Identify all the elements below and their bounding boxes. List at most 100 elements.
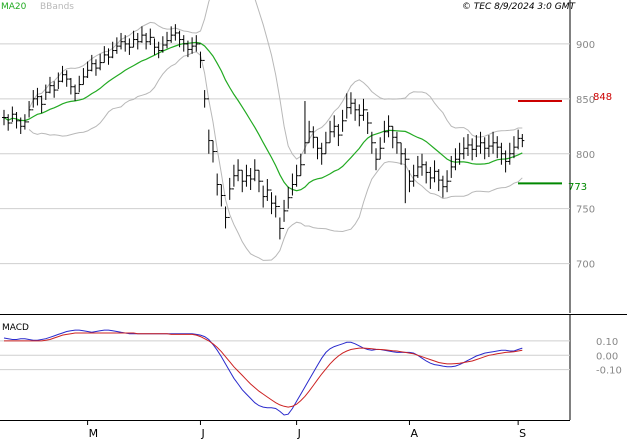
price-bar <box>165 31 170 49</box>
price-bar <box>14 112 19 129</box>
price-bar <box>491 131 496 154</box>
chart-canvas: 900850800750700 0.100.00-0.10 MJJAS MA20… <box>0 0 627 440</box>
price-bar <box>139 26 144 43</box>
price-tick-label: 900 <box>576 40 595 51</box>
price-bar <box>248 168 253 190</box>
price-bar <box>390 125 395 149</box>
price-bar <box>369 122 374 154</box>
price-bar <box>415 155 420 178</box>
price-bar <box>244 164 249 187</box>
price-bar <box>461 137 466 160</box>
price-bar <box>336 124 341 147</box>
bband-upper-line <box>28 0 523 160</box>
price-bar <box>453 148 458 171</box>
support-resistance-levels <box>518 100 562 185</box>
price-bar <box>361 98 366 121</box>
price-bar <box>332 115 337 138</box>
month-tick-label: A <box>410 427 418 440</box>
macd-line <box>3 329 523 416</box>
macd-axis-labels: 0.10 0.00 -0.10 <box>596 337 622 377</box>
price-bar <box>386 115 391 138</box>
price-bar <box>194 35 199 52</box>
price-bar <box>445 170 450 193</box>
price-bar <box>470 138 475 161</box>
price-bar <box>449 155 454 182</box>
price-bar <box>77 75 82 94</box>
price-bar <box>511 136 516 159</box>
macd-lines <box>3 329 523 416</box>
resistance-label: 848 <box>593 92 612 103</box>
price-bar <box>365 109 370 134</box>
price-bar <box>357 104 362 127</box>
price-bar <box>10 106 15 124</box>
price-bar <box>286 186 291 212</box>
support-label: 773 <box>568 182 587 193</box>
price-bar <box>198 43 203 69</box>
price-bar <box>311 126 316 149</box>
macd-tick-label: 0.10 <box>596 337 618 348</box>
price-bar <box>102 46 107 64</box>
price-bar <box>282 199 287 229</box>
price-bar <box>68 77 73 95</box>
price-bar <box>144 32 149 50</box>
price-bar <box>240 169 245 193</box>
price-bar <box>411 164 416 187</box>
price-bar <box>323 131 328 155</box>
price-tick-label: 750 <box>576 205 595 216</box>
price-bar <box>378 137 383 160</box>
price-bar <box>6 114 11 131</box>
price-bar <box>374 142 379 171</box>
month-tick-label: M <box>89 427 99 440</box>
price-bar <box>265 179 270 201</box>
price-bar <box>261 180 266 208</box>
macd-tick-label: 0.00 <box>596 351 618 362</box>
price-bar <box>60 65 65 83</box>
bollinger-bands <box>28 0 523 261</box>
price-bar <box>64 70 69 87</box>
price-bar <box>256 169 261 193</box>
macd-title: MACD <box>2 323 29 333</box>
month-tick-label: J <box>200 427 204 440</box>
price-bar <box>424 161 429 184</box>
stock-chart: 900 850 800 750 700 0.10 0.00 -0.10 MJJAS MA20… <box>0 0 627 440</box>
price-bar <box>478 131 483 154</box>
price-bar <box>302 101 307 166</box>
price-bar <box>152 36 157 55</box>
macd-tick-label: -0.10 <box>596 366 622 377</box>
price-bar <box>465 133 470 156</box>
price-bars <box>2 24 525 240</box>
price-bar <box>294 164 299 187</box>
legend-ma20: MA20 <box>1 2 27 12</box>
source-timestamp: © TEC 8/9/2024 3:0 GMT <box>462 2 577 12</box>
price-bar <box>173 24 178 41</box>
price-bar <box>2 109 6 126</box>
price-bar <box>340 109 345 136</box>
price-bar <box>135 32 140 50</box>
price-bar <box>394 131 399 154</box>
price-tick-label: 800 <box>576 150 595 161</box>
price-bar <box>277 205 282 240</box>
price-bar <box>344 93 349 122</box>
price-bar <box>93 59 98 76</box>
price-bar <box>269 189 274 215</box>
price-bar <box>236 159 241 182</box>
price-tick-label: 700 <box>576 260 595 271</box>
price-bar <box>211 140 215 163</box>
price-bar <box>31 90 36 111</box>
price-bar <box>81 68 86 86</box>
legend-bbands: BBands <box>40 2 74 12</box>
price-bar <box>403 148 408 204</box>
price-bar <box>315 136 320 160</box>
price-bar <box>98 53 103 71</box>
month-tick-label: S <box>519 427 526 440</box>
price-bar <box>348 92 353 115</box>
price-bar <box>516 129 521 150</box>
price-bar <box>432 160 437 183</box>
price-bar <box>495 136 500 159</box>
price-axis-labels: 900850800750700 <box>576 40 595 271</box>
price-bar <box>520 133 525 148</box>
macd-gridlines <box>0 340 570 371</box>
price-bar <box>428 166 433 189</box>
price-bar <box>148 28 153 46</box>
x-axis-labels: MJJAS <box>87 420 526 440</box>
